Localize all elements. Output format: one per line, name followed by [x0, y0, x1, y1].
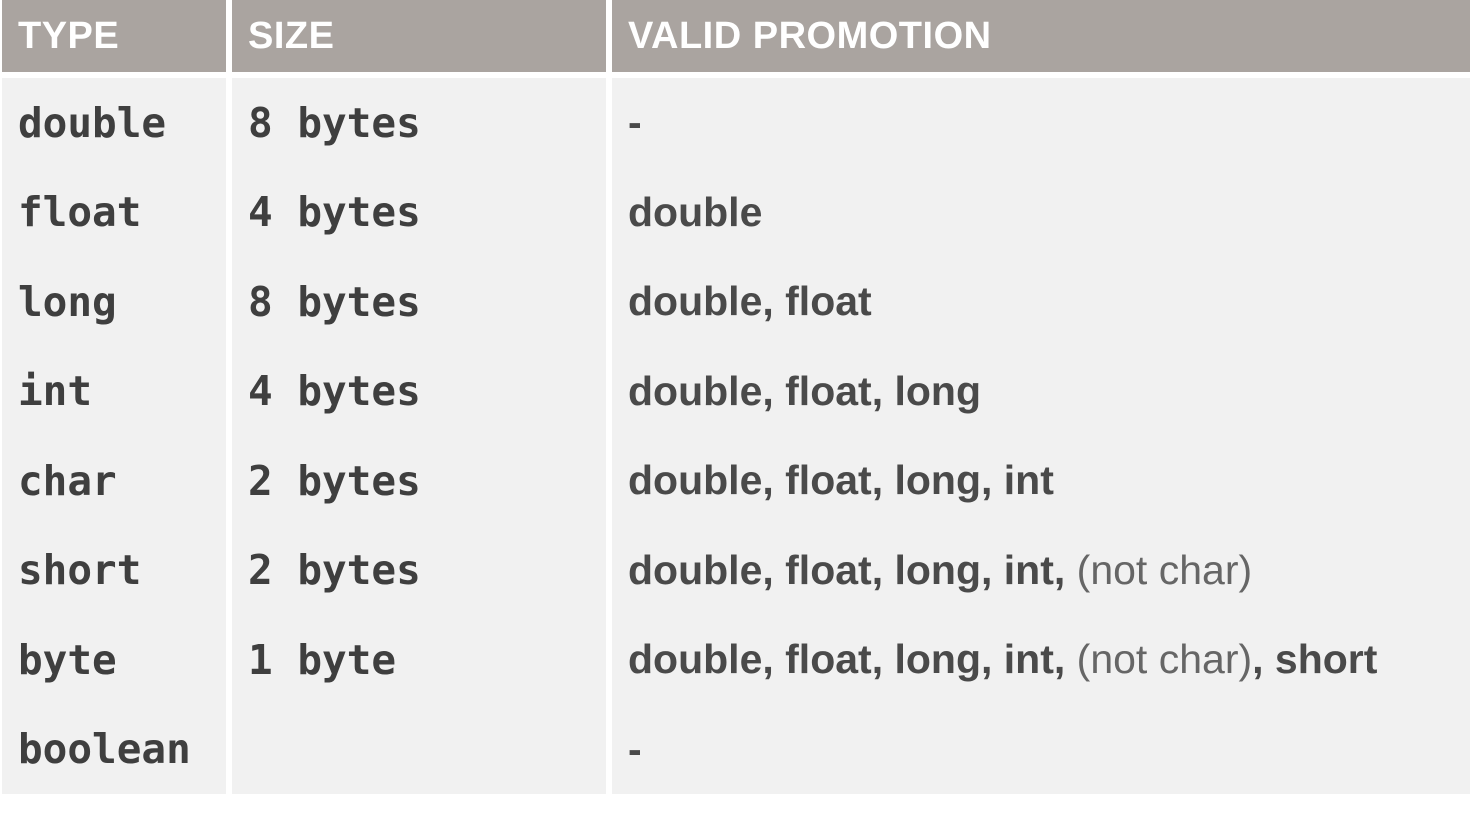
type-cell: int: [2, 346, 232, 436]
promotion-tail: , short: [1252, 636, 1378, 683]
promotion-note: (not char): [1076, 636, 1253, 683]
table-row: double 8 bytes -: [2, 78, 1470, 168]
type-cell: double: [2, 78, 232, 168]
promotion-text: double, float, long, int,: [628, 546, 1077, 593]
size-cell: 2 bytes: [232, 436, 612, 526]
table-row: byte 1 byte double, float, long, int, (n…: [2, 615, 1470, 705]
type-cell: short: [2, 525, 232, 615]
table-row: boolean -: [2, 704, 1470, 794]
promotion-cell: double, float, long, int, (not char), sh…: [612, 615, 1470, 705]
size-cell: 1 byte: [232, 615, 612, 705]
type-cell: byte: [2, 615, 232, 705]
type-cell: float: [2, 167, 232, 257]
promotion-text: double, float, long, int,: [628, 636, 1077, 683]
header-type: TYPE: [2, 0, 232, 78]
table-row: int 4 bytes double, float, long: [2, 346, 1470, 436]
promotion-cell: double: [612, 167, 1470, 257]
type-cell: char: [2, 436, 232, 526]
size-cell: 8 bytes: [232, 78, 612, 168]
promotion-cell: double, float, long, int, (not char): [612, 525, 1470, 615]
type-promotion-table: TYPE SIZE VALID PROMOTION double 8 bytes…: [2, 0, 1470, 794]
size-cell: 8 bytes: [232, 257, 612, 347]
promotion-cell: double, float, long: [612, 346, 1470, 436]
promotion-text: double: [628, 188, 763, 235]
table-row: long 8 bytes double, float: [2, 257, 1470, 347]
promotion-cell: -: [612, 78, 1470, 168]
promotion-text: double, float: [628, 278, 872, 325]
table-row: float 4 bytes double: [2, 167, 1470, 257]
promotion-text: -: [628, 725, 642, 772]
promotion-cell: double, float: [612, 257, 1470, 347]
header-size: SIZE: [232, 0, 612, 78]
size-cell: 4 bytes: [232, 167, 612, 257]
promotion-text: double, float, long: [628, 367, 982, 414]
size-cell: 2 bytes: [232, 525, 612, 615]
table-row: short 2 bytes double, float, long, int, …: [2, 525, 1470, 615]
promotion-text: double, float, long, int: [628, 457, 1054, 504]
promotion-cell: -: [612, 704, 1470, 794]
size-cell: 4 bytes: [232, 346, 612, 436]
size-cell: [232, 704, 612, 794]
promotion-text: -: [628, 99, 642, 146]
table-row: char 2 bytes double, float, long, int: [2, 436, 1470, 526]
type-cell: long: [2, 257, 232, 347]
promotion-table-container: TYPE SIZE VALID PROMOTION double 8 bytes…: [2, 0, 1470, 810]
type-cell: boolean: [2, 704, 232, 794]
promotion-cell: double, float, long, int: [612, 436, 1470, 526]
promotion-note: (not char): [1076, 546, 1253, 593]
header-row: TYPE SIZE VALID PROMOTION: [2, 0, 1470, 78]
header-valid-promotion: VALID PROMOTION: [612, 0, 1470, 78]
